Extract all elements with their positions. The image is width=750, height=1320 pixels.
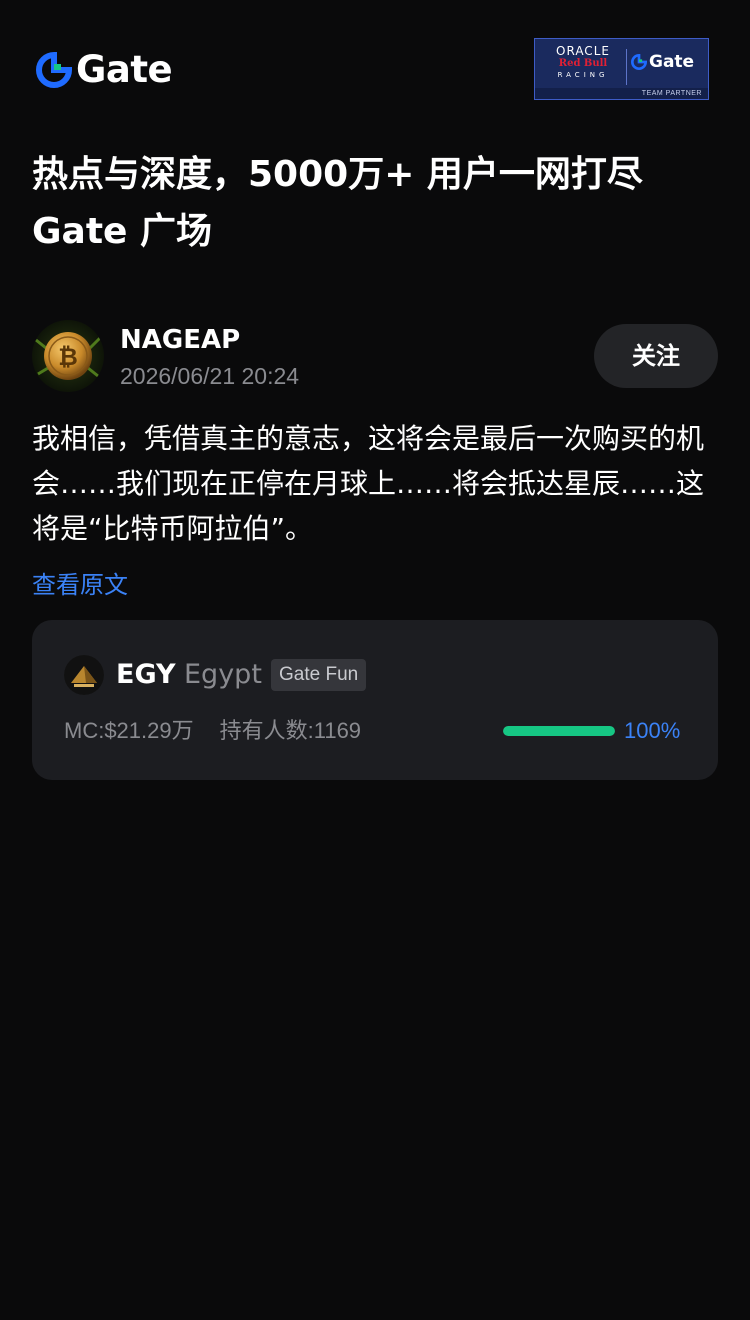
team-partner-text: TEAM PARTNER [641, 90, 702, 97]
partner-gate-logo: Gate [631, 52, 694, 72]
follow-button[interactable]: 关注 [594, 324, 718, 388]
market-cap: MC:$21.29万 [64, 718, 194, 743]
page-headline: 热点与深度，5000万+ 用户一网打尽 Gate 广场 [32, 146, 722, 260]
token-stats: MC:$21.29万 持有人数:1169 [64, 716, 361, 746]
holder-count: 持有人数:1169 [219, 718, 362, 743]
token-name: Egypt [184, 659, 262, 690]
gate-logo[interactable]: Gate [36, 48, 173, 91]
partner-gate-text: Gate [649, 52, 695, 72]
pyramid-icon [64, 655, 104, 695]
token-tag: Gate Fun [271, 659, 367, 691]
gate-logo-icon [36, 52, 72, 88]
post-timestamp: 2026/06/21 20:24 [120, 363, 300, 389]
redbull-text: Red Bull [558, 58, 608, 69]
headline-line-1: 热点与深度，5000万+ 用户一网打尽 [32, 154, 643, 195]
token-logo [64, 655, 104, 695]
author-name[interactable]: NAGEAP [120, 324, 240, 356]
svg-text:₿: ₿ [58, 343, 78, 371]
post-body: 我相信，凭借真主的意志，这将会是最后一次购买的机会……我们现在正停在月球上……将… [32, 422, 705, 545]
oracle-redbull-logo: ORACLE Red Bull RACING [543, 45, 623, 89]
post-author-row: ₿ NAGEAP 2026/06/21 20:24 关注 [32, 320, 718, 392]
app-header: Gate ORACLE Red Bull RACING Gate TEAM PA… [0, 0, 750, 130]
progress-fill [503, 726, 615, 736]
headline-line-2: Gate 广场 [32, 211, 213, 252]
progress-percent: 100% [624, 718, 681, 743]
racing-text: RACING [557, 71, 609, 79]
oracle-text: ORACLE [556, 44, 610, 58]
bitcoin-avatar-icon: ₿ [32, 320, 104, 392]
view-original-link[interactable]: 查看原文 [32, 568, 128, 602]
token-card[interactable]: EGY Egypt Gate Fun MC:$21.29万 持有人数:1169 … [32, 620, 718, 780]
partner-strip: TEAM PARTNER [535, 88, 708, 99]
bonding-progress-bar [503, 726, 615, 736]
partner-divider [626, 49, 627, 85]
avatar[interactable]: ₿ [32, 320, 104, 392]
gate-logo-icon [631, 54, 647, 70]
logo-text: Gate [76, 48, 173, 91]
token-symbol: EGY [116, 659, 176, 690]
team-partner-badge[interactable]: ORACLE Red Bull RACING Gate TEAM PARTNER [534, 38, 709, 100]
